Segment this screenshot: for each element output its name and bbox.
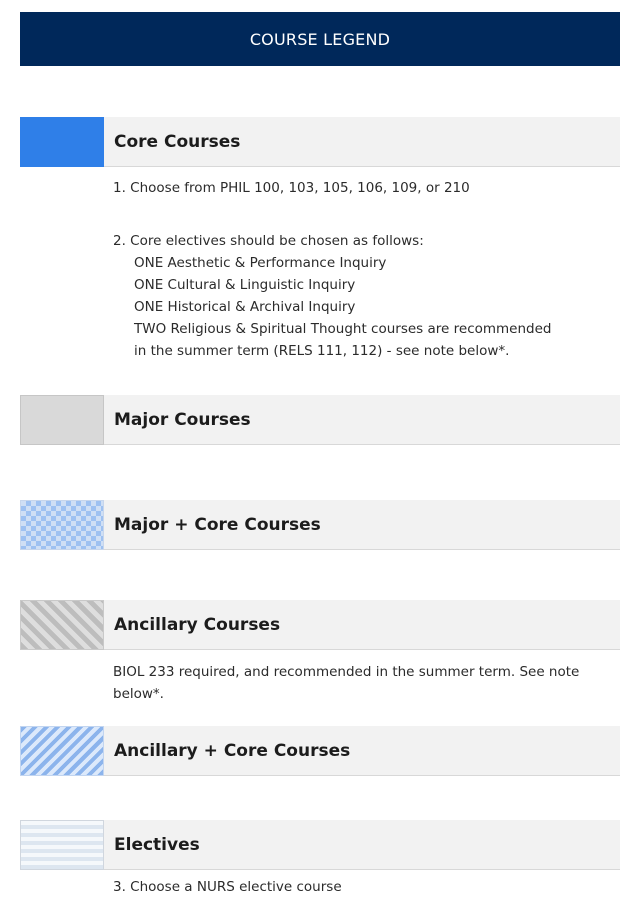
ancillary-core-courses-label: Ancillary + Core Courses: [104, 726, 620, 776]
core-elective-item: ONE Cultural & Linguistic Inquiry: [134, 277, 356, 293]
core-elective-item: TWO Religious & Spiritual Thought course…: [134, 321, 552, 337]
major-core-courses-label: Major + Core Courses: [104, 500, 620, 550]
ancillary-courses-swatch: [20, 600, 104, 650]
core-note-2-intro: 2. Core electives should be chosen as fo…: [113, 233, 424, 249]
legend-header: COURSE LEGEND: [20, 12, 620, 66]
ancillary-note: BIOL 233 required, and recommended in th…: [113, 664, 580, 702]
major-courses-swatch: [20, 395, 104, 445]
core-courses-swatch: [20, 117, 104, 167]
core-elective-item: ONE Historical & Archival Inquiry: [134, 299, 356, 315]
core-note-1: 1. Choose from PHIL 100, 103, 105, 106, …: [113, 180, 470, 196]
legend-title: COURSE LEGEND: [249, 29, 391, 49]
major-core-courses-swatch: [20, 500, 104, 550]
electives-note: 3. Choose a NURS elective course: [113, 879, 342, 895]
electives-swatch: [20, 820, 104, 870]
core-courses-label: Core Courses: [104, 117, 620, 167]
core-elective-item: ONE Aesthetic & Performance Inquiry: [134, 255, 387, 271]
electives-label: Electives: [104, 820, 620, 870]
core-note-2-tail: in the summer term (RELS 111, 112) - see…: [134, 343, 510, 359]
major-courses-label: Major Courses: [104, 395, 620, 445]
ancillary-courses-label: Ancillary Courses: [104, 600, 620, 650]
ancillary-core-courses-swatch: [20, 726, 104, 776]
core-note-2: 2. Core electives should be chosen as fo…: [113, 230, 613, 362]
